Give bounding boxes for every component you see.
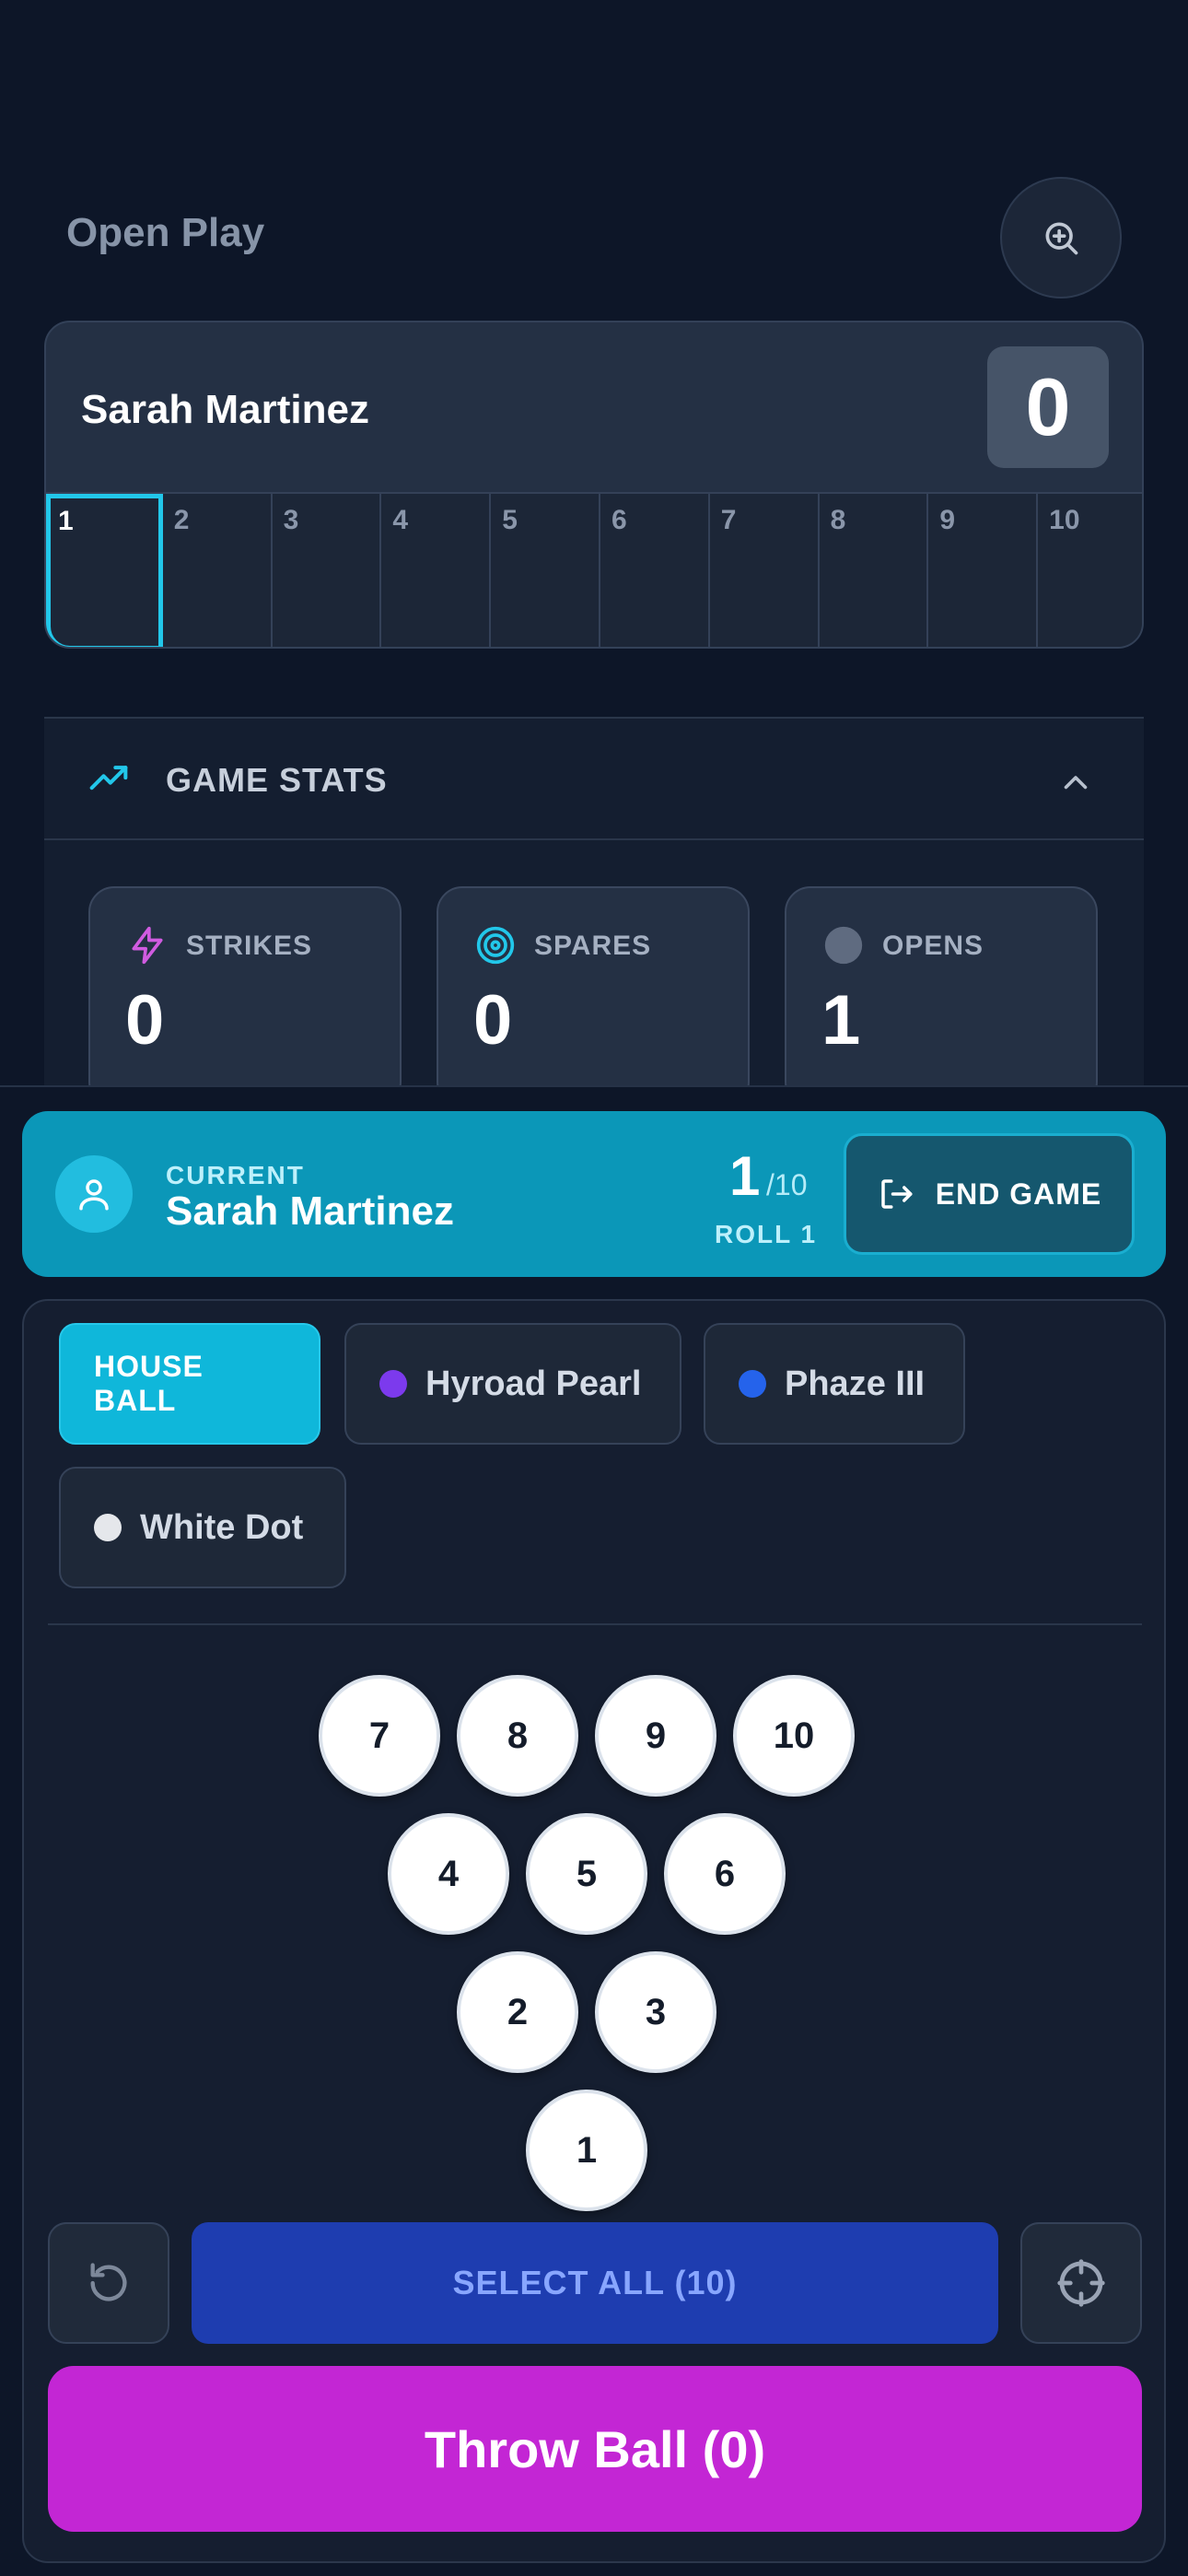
frame-1[interactable]: 1 [46, 494, 163, 647]
avatar [55, 1155, 133, 1233]
target-icon [476, 926, 515, 965]
pin-8[interactable]: 8 [457, 1675, 578, 1797]
game-stats-toggle[interactable]: GAME STATS [44, 719, 1144, 840]
strikes-card: STRIKES 0 [88, 886, 402, 1107]
stat-label: STRIKES [186, 931, 313, 961]
aim-button[interactable] [1020, 2222, 1142, 2344]
frame-number: 7 [720, 505, 737, 535]
page-title: Open Play [66, 210, 265, 255]
pin-3[interactable]: 3 [595, 1951, 716, 2073]
ball-name: White Dot [140, 1507, 304, 1547]
frame-number: 2 [173, 505, 190, 535]
exit-icon [881, 1179, 913, 1209]
divider [48, 1623, 1142, 1625]
stat-value: 0 [473, 981, 513, 1060]
ball-chip-hyroad-pearl[interactable]: Hyroad Pearl [344, 1323, 681, 1445]
stat-label: SPARES [534, 931, 652, 961]
frame-5[interactable]: 5 [491, 494, 600, 647]
end-game-label: END GAME [935, 1177, 1102, 1211]
ball-name: HOUSE BALL [94, 1350, 204, 1417]
crosshair-icon [1057, 2259, 1105, 2307]
ball-name: Phaze III [785, 1364, 926, 1403]
end-game-button[interactable]: END GAME [844, 1133, 1135, 1255]
stat-value: 0 [125, 981, 165, 1060]
zoom-button[interactable] [1000, 177, 1122, 299]
frame-2[interactable]: 2 [163, 494, 273, 647]
pin-6[interactable]: 6 [664, 1813, 786, 1935]
current-label: CURRENT [166, 1161, 305, 1189]
lightning-icon [132, 926, 163, 965]
frame-3[interactable]: 3 [273, 494, 382, 647]
ball-name: Hyroad Pearl [425, 1364, 642, 1403]
ball-color-dot [739, 1370, 766, 1398]
frame-8[interactable]: 8 [820, 494, 929, 647]
user-icon [79, 1179, 109, 1211]
current-player-bar: CURRENT Sarah Martinez 1 /10 ROLL 1 END … [22, 1111, 1166, 1277]
frame-number: 5 [502, 505, 518, 535]
pin-10[interactable]: 10 [733, 1675, 855, 1797]
frame-6[interactable]: 6 [600, 494, 710, 647]
ball-chip-white-dot[interactable]: White Dot [59, 1467, 346, 1588]
frame-9[interactable]: 9 [928, 494, 1039, 647]
ball-chip-phaze-iii[interactable]: Phaze III [704, 1323, 965, 1445]
select-all-button[interactable]: SELECT ALL (10) [192, 2222, 998, 2344]
stat-value: 1 [821, 981, 861, 1060]
frame-7[interactable]: 7 [710, 494, 820, 647]
pin-4[interactable]: 4 [388, 1813, 509, 1935]
trending-up-icon [89, 766, 128, 790]
stat-label: OPENS [882, 931, 984, 961]
game-stats-panel: GAME STATS STRIKES 0 SPARES 0 OPENS 1 [44, 717, 1144, 1107]
game-stats-title: GAME STATS [166, 761, 388, 799]
throw-panel: HOUSE BALL Hyroad Pearl Phaze III White … [22, 1299, 1166, 2563]
roll-label: ROLL 1 [715, 1220, 818, 1248]
frame-number: 3 [283, 505, 299, 535]
frame-number: 1 [58, 506, 74, 536]
frame-total: /10 [766, 1168, 808, 1201]
scorecard: Sarah Martinez 0 1 2 3 4 5 6 7 8 9 10 [44, 321, 1144, 649]
ball-chip-house-ball[interactable]: HOUSE BALL [59, 1323, 320, 1445]
spares-card: SPARES 0 [437, 886, 750, 1107]
ball-color-dot [379, 1370, 407, 1398]
current-frame: 1 [729, 1145, 761, 1207]
current-player-name: Sarah Martinez [166, 1188, 454, 1234]
ball-color-dot [94, 1514, 122, 1541]
pin-1[interactable]: 1 [526, 2090, 647, 2211]
frame-number: 6 [611, 505, 627, 535]
pin-7[interactable]: 7 [319, 1675, 440, 1797]
zoom-in-icon [1045, 222, 1078, 255]
frame-row: 1 2 3 4 5 6 7 8 9 10 [46, 492, 1142, 647]
reset-icon [90, 2263, 127, 2301]
frame-number: 10 [1049, 505, 1080, 535]
frame-10[interactable]: 10 [1038, 494, 1142, 647]
player-name: Sarah Martinez [81, 387, 369, 432]
frame-number: 8 [830, 505, 846, 535]
pin-2[interactable]: 2 [457, 1951, 578, 2073]
circle-icon [824, 926, 863, 965]
frame-number: 4 [392, 505, 409, 535]
total-score: 0 [987, 346, 1109, 468]
reset-button[interactable] [48, 2222, 169, 2344]
pin-5[interactable]: 5 [526, 1813, 647, 1935]
throw-ball-button[interactable]: Throw Ball (0) [48, 2366, 1142, 2532]
chevron-up-icon [1064, 776, 1088, 790]
pin-9[interactable]: 9 [595, 1675, 716, 1797]
scoring-sheet: CURRENT Sarah Martinez 1 /10 ROLL 1 END … [0, 1085, 1188, 2576]
frame-4[interactable]: 4 [381, 494, 492, 647]
opens-card: OPENS 1 [785, 886, 1098, 1107]
frame-number: 9 [939, 505, 956, 535]
